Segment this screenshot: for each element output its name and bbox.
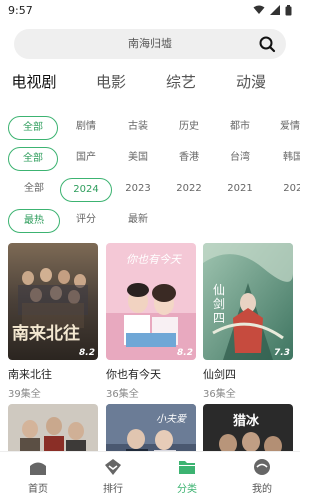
filter-row-region: 全部 国产 美国 香港 台湾 韩国 bbox=[0, 147, 300, 171]
signal-icon bbox=[270, 5, 280, 15]
card-episodes: 39集全 bbox=[8, 389, 41, 400]
filter-chip[interactable]: 历史 bbox=[171, 116, 207, 140]
rating-badge: 8.2 bbox=[177, 348, 193, 358]
search-bar[interactable]: 南海归墟 bbox=[14, 29, 286, 59]
filter-chip[interactable]: 2024 bbox=[60, 178, 112, 202]
video-card[interactable]: 南来北往 8.2 南来北往 39集全 bbox=[8, 243, 98, 400]
poster-image[interactable]: 南来北往 8.2 bbox=[8, 243, 98, 360]
filter-chip[interactable]: 最新 bbox=[120, 209, 156, 233]
nav-category[interactable]: 分类 bbox=[157, 452, 217, 500]
card-title: 你也有今天 bbox=[106, 368, 161, 381]
filter-row-year: 全部 2024 2023 2022 2021 2020 bbox=[0, 178, 300, 202]
video-card[interactable]: 仙剑四 7.3 仙剑四 36集全 bbox=[203, 243, 293, 400]
filter-chip[interactable]: 韩国 bbox=[275, 147, 300, 171]
poster-title-text: 你也有今天 bbox=[126, 253, 181, 266]
tab-variety[interactable]: 综艺 bbox=[151, 64, 211, 100]
poster-title-text: 南来北往 bbox=[12, 324, 80, 344]
filter-chip[interactable]: 剧情 bbox=[68, 116, 104, 140]
filter-chip[interactable]: 全部 bbox=[16, 178, 52, 202]
card-title: 仙剑四 bbox=[203, 368, 236, 381]
rating-badge: 7.3 bbox=[274, 348, 290, 358]
filter-chip[interactable]: 台湾 bbox=[222, 147, 258, 171]
poster-image[interactable]: 仙剑四 7.3 bbox=[203, 243, 293, 360]
card-title: 南来北往 bbox=[8, 368, 52, 381]
filter-chip[interactable]: 爱情 bbox=[272, 116, 300, 140]
home-icon bbox=[30, 462, 46, 475]
filter-chip[interactable]: 全部 bbox=[8, 147, 58, 171]
filter-chip[interactable]: 2021 bbox=[222, 178, 258, 202]
category-tabs: 电视剧 电影 综艺 动漫 bbox=[0, 64, 300, 100]
filter-chip[interactable]: 国产 bbox=[68, 147, 104, 171]
nav-label: 我的 bbox=[252, 484, 272, 495]
filter-chip[interactable]: 评分 bbox=[68, 209, 104, 233]
poster-image[interactable]: 你也有今天 8.2 bbox=[106, 243, 196, 360]
wifi-icon bbox=[253, 5, 265, 14]
rating-badge: 8.2 bbox=[79, 348, 95, 358]
filter-chip[interactable]: 最热 bbox=[8, 209, 60, 233]
tab-anime[interactable]: 动漫 bbox=[221, 64, 281, 100]
status-time: 9:57 bbox=[8, 3, 33, 17]
video-card[interactable]: 你也有今天 8.2 你也有今天 36集全 bbox=[106, 243, 196, 400]
filter-chip[interactable]: 美国 bbox=[120, 147, 156, 171]
filter-chip[interactable]: 2022 bbox=[171, 178, 207, 202]
card-episodes: 36集全 bbox=[203, 389, 236, 400]
nav-label: 首页 bbox=[28, 484, 48, 495]
nav-ranking[interactable]: 排行 bbox=[83, 452, 143, 500]
card-episodes: 36集全 bbox=[106, 389, 139, 400]
search-icon[interactable] bbox=[258, 35, 276, 53]
filter-chip[interactable]: 2020 bbox=[278, 178, 300, 202]
nav-profile[interactable]: 我的 bbox=[232, 452, 292, 500]
poster-title-text: 仙剑四 bbox=[213, 283, 226, 325]
poster-title-text: 小夫爱 bbox=[156, 414, 186, 425]
search-input[interactable]: 南海归墟 bbox=[14, 29, 286, 59]
tab-movie[interactable]: 电影 bbox=[81, 64, 141, 100]
battery-icon bbox=[285, 4, 292, 15]
filter-chip[interactable]: 2023 bbox=[120, 178, 156, 202]
filter-row-sort: 最热 评分 最新 bbox=[0, 209, 300, 233]
nav-label: 分类 bbox=[177, 484, 197, 495]
tab-tv-series[interactable]: 电视剧 bbox=[4, 64, 64, 100]
ranking-icon bbox=[105, 459, 121, 475]
profile-icon bbox=[254, 459, 270, 475]
status-icons bbox=[253, 4, 292, 16]
filter-row-genre: 全部 剧情 古装 历史 都市 爱情 bbox=[0, 116, 300, 140]
filter-chip[interactable]: 香港 bbox=[171, 147, 207, 171]
status-bar: 9:57 bbox=[0, 0, 300, 20]
nav-label: 排行 bbox=[103, 484, 123, 495]
nav-home[interactable]: 首页 bbox=[8, 452, 68, 500]
category-folder-icon bbox=[179, 461, 195, 474]
bottom-nav: 首页 排行 分类 我的 bbox=[0, 451, 300, 500]
filter-chip[interactable]: 古装 bbox=[120, 116, 156, 140]
filter-chip[interactable]: 全部 bbox=[8, 116, 58, 140]
filter-chip[interactable]: 都市 bbox=[222, 116, 258, 140]
poster-title-text: 猎冰 bbox=[233, 414, 260, 429]
